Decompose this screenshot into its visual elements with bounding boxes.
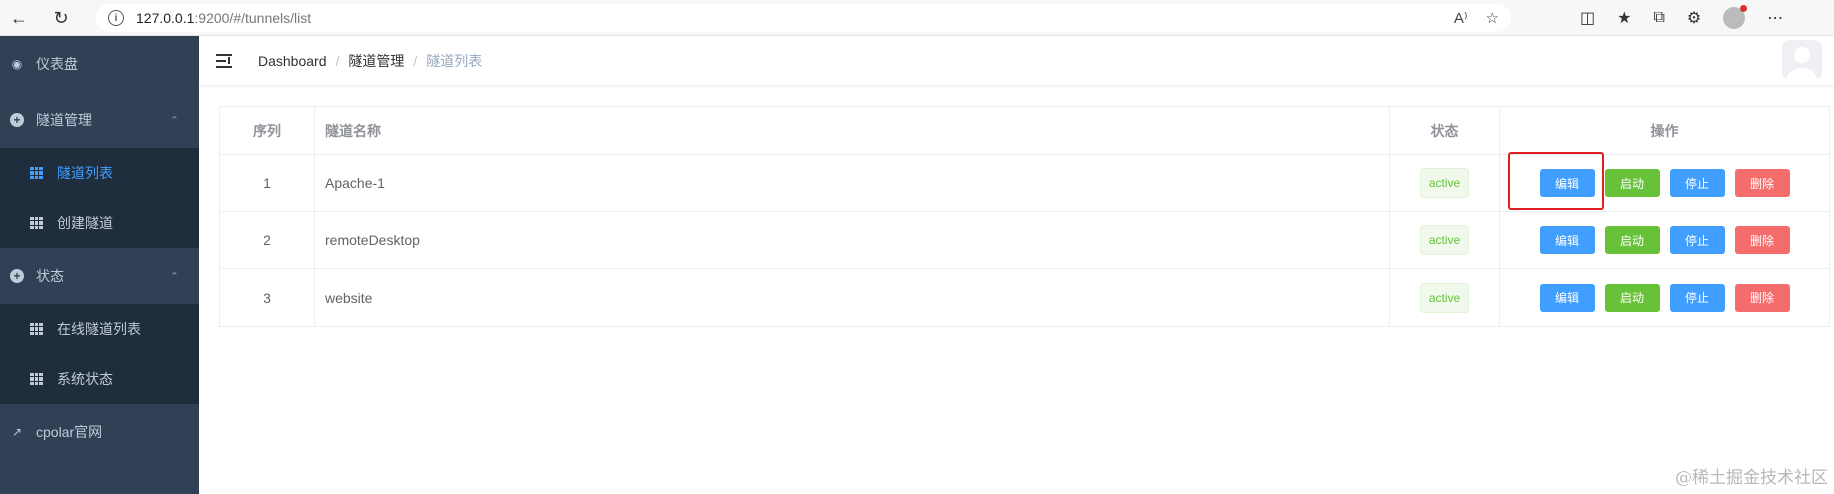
sidebar-item-dashboard[interactable]: ◉ 仪表盘 bbox=[0, 36, 199, 92]
sidebar-item-label: 仪表盘 bbox=[36, 56, 78, 72]
main-content: Dashboard / 隧道管理 / 隧道列表 序列 隧道名称 状态 操作 1 … bbox=[199, 36, 1834, 494]
status-badge: active bbox=[1419, 168, 1470, 198]
cell-status: active bbox=[1390, 269, 1500, 326]
breadcrumb-separator: / bbox=[335, 52, 340, 69]
split-screen-icon[interactable]: ◫ bbox=[1580, 8, 1595, 28]
start-button[interactable]: 启动 bbox=[1604, 226, 1660, 254]
sidebar-item-tunnel-management[interactable]: + 隧道管理 ⌃ bbox=[0, 92, 199, 148]
browser-toolbar: ← ↻ i 127.0.0.1:9200/#/tunnels/list A⁾ ☆… bbox=[0, 0, 1834, 36]
table-grid-icon bbox=[30, 217, 43, 229]
breadcrumb-dashboard[interactable]: Dashboard bbox=[258, 53, 327, 69]
cell-status: active bbox=[1390, 212, 1500, 268]
sidebar-item-label: 系统状态 bbox=[57, 371, 113, 387]
sidebar-item-label: 在线隧道列表 bbox=[57, 321, 141, 337]
watermark: @稀土掘金技术社区 bbox=[1675, 468, 1828, 488]
sidebar-item-system-status[interactable]: 系统状态 bbox=[0, 354, 199, 404]
sidebar-item-label: 隧道列表 bbox=[57, 165, 113, 181]
back-icon[interactable]: ← bbox=[4, 3, 34, 33]
table-row: 1 Apache-1 active 编辑 启动 停止 删除 bbox=[220, 152, 1829, 212]
url-path: :9200/#/tunnels/list bbox=[194, 10, 312, 26]
cell-actions: 编辑 启动 停止 删除 bbox=[1500, 269, 1829, 326]
start-button[interactable]: 启动 bbox=[1604, 283, 1660, 312]
delete-button[interactable]: 删除 bbox=[1734, 283, 1790, 312]
stop-button[interactable]: 停止 bbox=[1669, 169, 1725, 197]
table-row: 3 website active 编辑 启动 停止 删除 bbox=[220, 269, 1829, 326]
external-link-icon: ↗ bbox=[11, 425, 23, 439]
favorite-star-icon[interactable]: ☆ bbox=[1486, 9, 1499, 27]
tunnel-table: 序列 隧道名称 状态 操作 1 Apache-1 active 编辑 启动 停止… bbox=[219, 106, 1830, 327]
stop-button[interactable]: 停止 bbox=[1669, 283, 1725, 312]
sidebar-item-tunnel-list[interactable]: 隧道列表 bbox=[0, 148, 199, 198]
hamburger-menu-icon[interactable] bbox=[216, 53, 234, 68]
chevron-up-icon: ⌃ bbox=[169, 271, 179, 283]
status-badge: active bbox=[1419, 282, 1470, 313]
sidebar-item-online-tunnels[interactable]: 在线隧道列表 bbox=[0, 304, 199, 354]
collections-icon[interactable]: ⧉ bbox=[1653, 9, 1664, 27]
sidebar-item-label: 隧道管理 bbox=[36, 112, 92, 128]
start-button[interactable]: 启动 bbox=[1604, 169, 1660, 197]
column-header-index: 序列 bbox=[220, 107, 315, 154]
stop-button[interactable]: 停止 bbox=[1669, 226, 1725, 254]
table-grid-icon bbox=[30, 167, 43, 179]
edit-button[interactable]: 编辑 bbox=[1539, 226, 1595, 254]
user-avatar[interactable] bbox=[1782, 40, 1822, 80]
read-aloud-icon[interactable]: A⁾ bbox=[1454, 9, 1468, 27]
edit-button[interactable]: 编辑 bbox=[1539, 169, 1595, 197]
sidebar: ◉ 仪表盘 + 隧道管理 ⌃ 隧道列表 创建隧道 + 状态 ⌃ 在线隧道列表 系… bbox=[0, 36, 199, 494]
cell-index: 2 bbox=[220, 212, 315, 268]
submenu-tunnel-management: 隧道列表 创建隧道 bbox=[0, 148, 199, 248]
navbar: Dashboard / 隧道管理 / 隧道列表 bbox=[199, 36, 1834, 86]
more-menu-icon[interactable]: ⋯ bbox=[1767, 8, 1783, 28]
sidebar-item-label: 状态 bbox=[36, 268, 64, 284]
sidebar-item-status[interactable]: + 状态 ⌃ bbox=[0, 248, 199, 304]
chevron-up-icon: ⌃ bbox=[169, 115, 179, 127]
sidebar-item-label: 创建隧道 bbox=[57, 215, 113, 231]
breadcrumb: Dashboard / 隧道管理 / 隧道列表 bbox=[258, 51, 482, 71]
breadcrumb-tunnel-list: 隧道列表 bbox=[426, 52, 483, 69]
sidebar-item-label: cpolar官网 bbox=[36, 424, 103, 440]
cell-tunnel-name: website bbox=[315, 269, 1390, 326]
table-grid-icon bbox=[30, 323, 43, 335]
site-info-icon[interactable]: i bbox=[108, 10, 124, 26]
column-header-status: 状态 bbox=[1390, 107, 1500, 154]
cell-status: active bbox=[1390, 155, 1500, 211]
profile-avatar-icon[interactable] bbox=[1723, 5, 1748, 29]
submenu-status: 在线隧道列表 系统状态 bbox=[0, 304, 199, 404]
delete-button[interactable]: 删除 bbox=[1734, 226, 1790, 254]
url-host: 127.0.0.1 bbox=[136, 10, 195, 26]
cell-tunnel-name: remoteDesktop bbox=[315, 212, 1390, 268]
column-header-actions: 操作 bbox=[1650, 122, 1679, 139]
table-header-row: 序列 隧道名称 状态 操作 bbox=[220, 107, 1829, 155]
breadcrumb-separator: / bbox=[413, 52, 418, 69]
sidebar-item-create-tunnel[interactable]: 创建隧道 bbox=[0, 198, 199, 248]
cell-actions: 编辑 启动 停止 删除 bbox=[1500, 152, 1829, 211]
plus-circle-icon: + bbox=[10, 113, 24, 127]
table-grid-icon bbox=[30, 373, 43, 385]
cell-index: 1 bbox=[220, 155, 315, 211]
breadcrumb-tunnel-management[interactable]: 隧道管理 bbox=[348, 51, 404, 71]
edit-button[interactable]: 编辑 bbox=[1539, 283, 1595, 312]
dashboard-icon: ◉ bbox=[11, 57, 23, 71]
favorites-icon[interactable]: ★ bbox=[1617, 8, 1631, 28]
status-badge: active bbox=[1419, 225, 1470, 255]
sidebar-item-cpolar-site[interactable]: ↗ cpolar官网 bbox=[0, 404, 199, 460]
cell-actions: 编辑 启动 停止 删除 bbox=[1500, 212, 1829, 268]
plus-circle-icon: + bbox=[10, 269, 24, 283]
cell-index: 3 bbox=[220, 269, 315, 326]
cell-tunnel-name: Apache-1 bbox=[315, 155, 1390, 211]
address-bar[interactable]: i 127.0.0.1:9200/#/tunnels/list A⁾ ☆ bbox=[96, 4, 1511, 32]
refresh-icon[interactable]: ↻ bbox=[46, 3, 76, 33]
delete-button[interactable]: 删除 bbox=[1734, 169, 1790, 197]
table-row: 2 remoteDesktop active 编辑 启动 停止 删除 bbox=[220, 212, 1829, 269]
column-header-name: 隧道名称 bbox=[315, 107, 1390, 154]
extensions-icon[interactable]: ⚙ bbox=[1687, 8, 1701, 28]
